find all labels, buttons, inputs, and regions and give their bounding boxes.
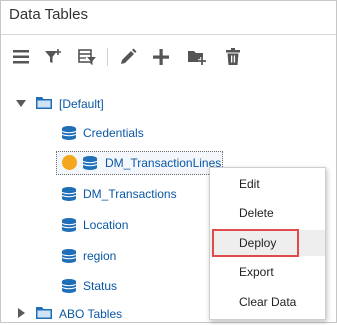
database-icon xyxy=(61,249,77,263)
tree-item-label: Status xyxy=(83,279,118,293)
database-icon xyxy=(61,279,77,293)
filter-table-icon[interactable] xyxy=(77,47,97,67)
menu-item-export[interactable]: Export xyxy=(210,259,325,285)
add-filter-icon[interactable] xyxy=(43,47,63,67)
tree-item-label: DM_TransactionLines xyxy=(105,156,222,170)
tree-item-label: region xyxy=(83,249,117,263)
tree-item-label: [Default] xyxy=(59,97,104,111)
collapse-arrow-icon[interactable] xyxy=(18,308,25,318)
delete-icon[interactable] xyxy=(223,47,243,67)
menu-item-clear-data[interactable]: Clear Data xyxy=(210,289,325,315)
data-tables-panel: Data Tables [Default] Credentials DM_Tra… xyxy=(0,0,337,323)
database-icon xyxy=(61,126,77,140)
toolbar xyxy=(1,35,336,79)
database-icon xyxy=(61,187,77,201)
folder-icon xyxy=(36,97,52,109)
menu-item-delete[interactable]: Delete xyxy=(210,200,325,226)
menu-item-label: Delete xyxy=(239,206,274,220)
tree-item-label: ABO Tables xyxy=(59,307,123,321)
menu-item-edit[interactable]: Edit xyxy=(210,171,325,197)
deploy-highlight-box xyxy=(212,229,299,257)
database-icon xyxy=(82,156,98,170)
tree-item-label: Credentials xyxy=(83,126,144,140)
expand-arrow-icon[interactable] xyxy=(16,100,26,107)
folder-icon xyxy=(36,307,52,319)
add-icon[interactable] xyxy=(151,47,171,67)
tree-item-label: DM_Transactions xyxy=(83,187,177,201)
database-icon xyxy=(61,218,77,232)
tree-item-default[interactable]: [Default] xyxy=(59,93,104,115)
panel-title: Data Tables xyxy=(9,6,88,23)
menu-item-label: Clear Data xyxy=(239,295,297,309)
add-folder-icon[interactable] xyxy=(187,47,207,67)
tree-item-status[interactable]: Status xyxy=(83,275,117,297)
menu-item-label: Export xyxy=(239,265,274,279)
tree-item-dm-transactions[interactable]: DM_Transactions xyxy=(83,183,177,205)
tree-item-label: Location xyxy=(83,218,129,232)
toolbar-divider xyxy=(107,48,108,66)
list-view-icon[interactable] xyxy=(11,47,31,67)
tree-item-region[interactable]: region xyxy=(83,245,116,267)
tree-item-dm-transactionlines[interactable]: DM_TransactionLines xyxy=(105,152,221,174)
menu-item-label: Edit xyxy=(239,177,260,191)
tree-item-location[interactable]: Location xyxy=(83,214,128,236)
tree-item-abo-tables[interactable]: ABO Tables xyxy=(59,303,122,325)
edit-icon[interactable] xyxy=(118,47,138,67)
status-indicator-icon xyxy=(62,155,77,170)
tree-item-credentials[interactable]: Credentials xyxy=(83,122,144,144)
